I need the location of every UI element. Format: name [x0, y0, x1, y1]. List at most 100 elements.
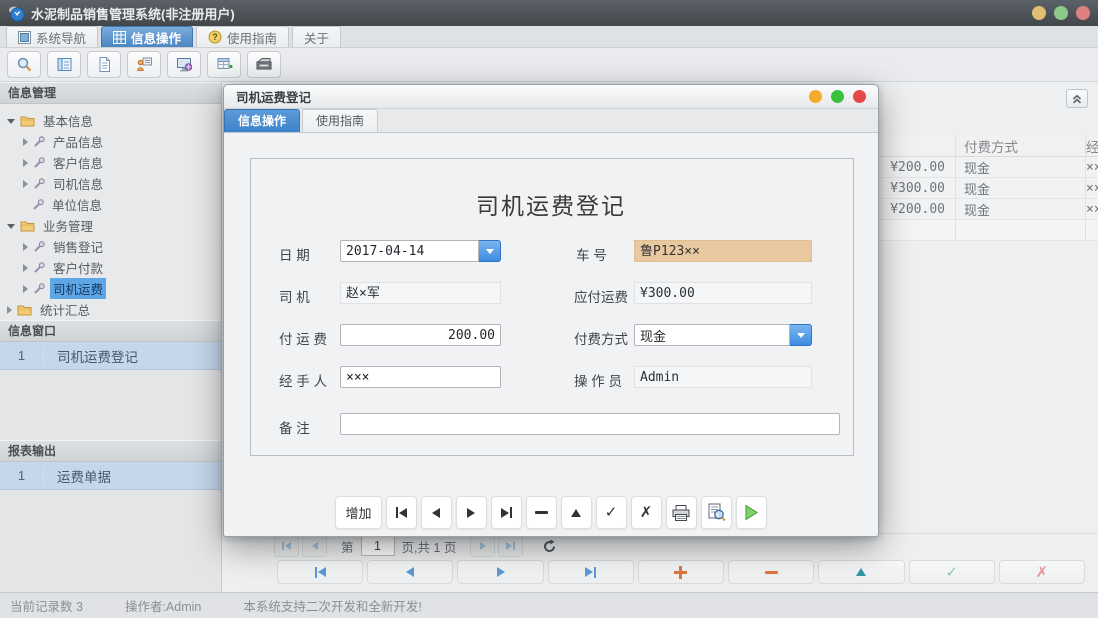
operator-label: 操 作 员	[574, 370, 622, 390]
search-icon	[16, 56, 33, 73]
add-button[interactable]: 增加	[335, 496, 381, 529]
card-device-button[interactable]	[247, 51, 281, 78]
page-next-button[interactable]	[470, 536, 495, 557]
page-last-button[interactable]	[498, 536, 523, 557]
tree-label: 产品信息	[50, 131, 106, 152]
tree-item-statistics[interactable]: 统计汇总	[0, 299, 221, 320]
minimize-button[interactable]	[1032, 6, 1046, 20]
tree-item-unit-info[interactable]: 单位信息	[0, 194, 221, 215]
maximize-button[interactable]	[1054, 6, 1068, 20]
caret-right-icon[interactable]	[23, 243, 28, 251]
window-title: 水泥制品销售管理系统(非注册用户)	[31, 4, 235, 23]
tree-item-driver-info[interactable]: 司机信息	[0, 173, 221, 194]
search-button[interactable]	[7, 51, 41, 78]
print-button[interactable]	[666, 496, 697, 529]
method-dropdown-button[interactable]	[790, 324, 812, 346]
tab-about[interactable]: 关于	[292, 26, 341, 47]
tab-info-operate[interactable]: 信息操作	[101, 26, 193, 47]
tab-help-guide[interactable]: ? 使用指南	[196, 26, 289, 47]
tool-icon	[33, 157, 45, 169]
record-edit-button[interactable]	[561, 496, 592, 529]
tree-label: 客户付款	[50, 257, 106, 278]
page-prev-button[interactable]	[302, 536, 327, 557]
status-record-count: 当前记录数 3	[10, 596, 83, 615]
caret-right-icon[interactable]	[23, 180, 28, 188]
nav-next-button[interactable]	[457, 560, 543, 584]
cell-method: 现金	[955, 199, 1085, 219]
tree-item-customer-payment[interactable]: 客户付款	[0, 257, 221, 278]
close-button[interactable]	[1076, 6, 1090, 20]
record-next-button[interactable]	[456, 496, 487, 529]
nav-post-button[interactable]: ✓	[909, 560, 995, 584]
caret-right-icon[interactable]	[23, 285, 28, 293]
monitor-view-button[interactable]	[167, 51, 201, 78]
tool-icon	[33, 241, 45, 253]
method-input[interactable]	[634, 324, 790, 346]
cell-edge: ×××	[1085, 157, 1098, 177]
nav-insert-button[interactable]	[638, 560, 724, 584]
print-preview-button[interactable]	[701, 496, 732, 529]
sidebar-header-window: 信息窗口	[0, 320, 221, 342]
date-input[interactable]	[340, 240, 479, 262]
dialog-tab-info-operate[interactable]: 信息操作	[224, 109, 300, 132]
page-number-input[interactable]	[361, 536, 395, 556]
tree-item-driver-freight[interactable]: 司机运费	[0, 278, 221, 299]
personnel-report-button[interactable]	[127, 51, 161, 78]
tree-item-sales-register[interactable]: 销售登记	[0, 236, 221, 257]
caret-right-icon[interactable]	[7, 306, 12, 314]
date-dropdown-button[interactable]	[479, 240, 501, 262]
paid-input[interactable]	[340, 324, 501, 346]
record-first-button[interactable]	[386, 496, 417, 529]
record-prev-button[interactable]	[421, 496, 452, 529]
refresh-button[interactable]	[537, 536, 561, 557]
nav-last-button[interactable]	[548, 560, 634, 584]
tree-item-customer-info[interactable]: 客户信息	[0, 152, 221, 173]
table-add-button[interactable]	[207, 51, 241, 78]
form-view-button[interactable]	[47, 51, 81, 78]
minus-icon	[535, 511, 548, 514]
tree-item-basic-info[interactable]: 基本信息	[0, 110, 221, 131]
nav-first-button[interactable]	[277, 560, 363, 584]
tree-item-product-info[interactable]: 产品信息	[0, 131, 221, 152]
tree-item-business-mgmt[interactable]: 业务管理	[0, 215, 221, 236]
nav-delete-button[interactable]	[728, 560, 814, 584]
check-icon: ✓	[945, 565, 958, 580]
record-post-button[interactable]: ✓	[596, 496, 627, 529]
dialog-maximize-button[interactable]	[831, 90, 844, 103]
play-icon	[743, 504, 759, 521]
tree-label-selected: 司机运费	[50, 278, 106, 299]
tree-label: 司机信息	[50, 173, 106, 194]
dialog-titlebar[interactable]: 司机运费登记	[224, 85, 878, 109]
operator-field: Admin	[634, 366, 812, 388]
caret-right-icon[interactable]	[23, 159, 28, 167]
list-item[interactable]: 1 运费单据	[0, 462, 221, 490]
dialog-close-button[interactable]	[853, 90, 866, 103]
tab-label: 系统导航	[36, 28, 86, 47]
record-cancel-button[interactable]: ✗	[631, 496, 662, 529]
status-message: 本系统支持二次开发和全新开发!	[243, 596, 421, 615]
nav-cancel-button[interactable]: ✗	[999, 560, 1085, 584]
caret-right-icon[interactable]	[23, 264, 28, 272]
nav-prev-button[interactable]	[367, 560, 453, 584]
nav-edit-button[interactable]	[818, 560, 904, 584]
record-last-button[interactable]	[491, 496, 522, 529]
document-button[interactable]	[87, 51, 121, 78]
plate-field[interactable]: 鲁P123××	[634, 240, 812, 262]
tab-system-nav[interactable]: 系统导航	[6, 26, 98, 47]
dialog-minimize-button[interactable]	[809, 90, 822, 103]
caret-down-icon[interactable]	[7, 224, 15, 229]
record-delete-button[interactable]	[526, 496, 557, 529]
caret-down-icon[interactable]	[7, 119, 15, 124]
collapse-panel-button[interactable]	[1066, 89, 1088, 108]
sidebar-header-report: 报表输出	[0, 440, 221, 462]
dialog-tab-help-guide[interactable]: 使用指南	[302, 109, 378, 132]
folder-icon	[20, 220, 35, 232]
list-item[interactable]: 1 司机运费登记	[0, 342, 221, 370]
handler-input[interactable]	[340, 366, 501, 388]
page-first-button[interactable]	[274, 536, 299, 557]
note-input[interactable]	[340, 413, 840, 435]
caret-right-icon[interactable]	[23, 138, 28, 146]
method-combo	[634, 324, 812, 346]
x-icon: ✗	[1036, 565, 1049, 580]
run-report-button[interactable]	[736, 496, 767, 529]
